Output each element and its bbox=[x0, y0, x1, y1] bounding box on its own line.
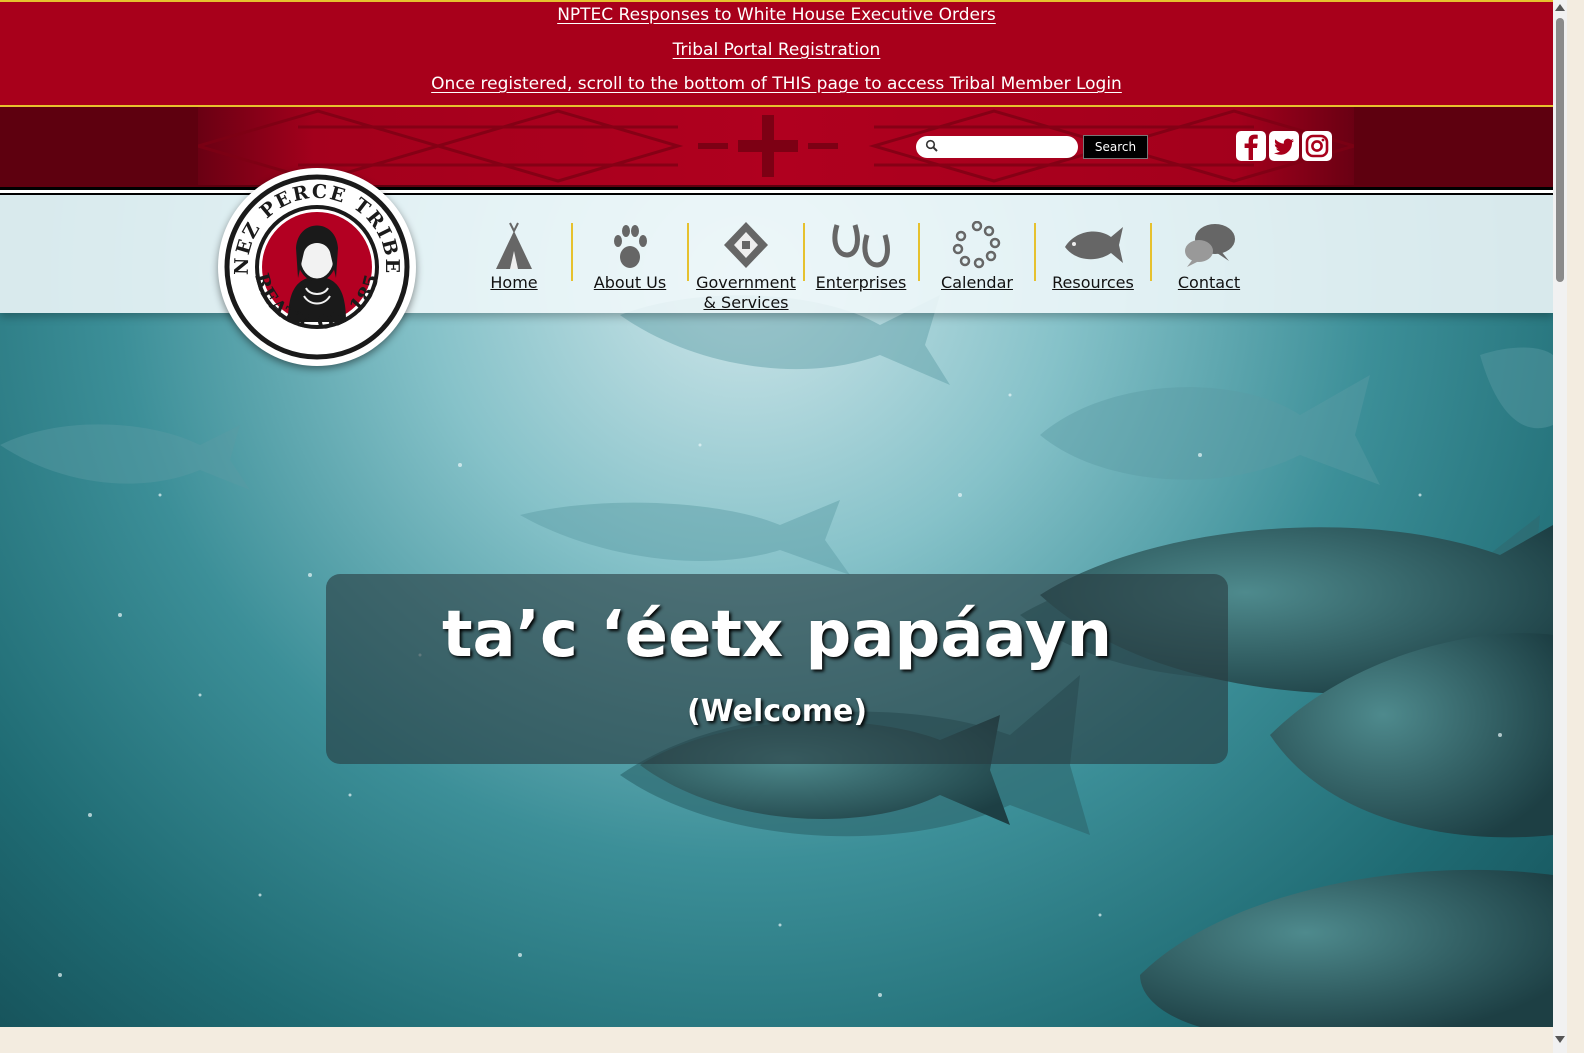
page-scrollbar[interactable] bbox=[1553, 0, 1567, 1053]
executive-orders-link[interactable]: NPTEC Responses to White House Executive… bbox=[0, 5, 1553, 25]
nav-item-label: Enterprises bbox=[815, 273, 907, 292]
tribal-portal-registration-link[interactable]: Tribal Portal Registration bbox=[0, 40, 1553, 60]
search-button[interactable]: Search bbox=[1083, 135, 1148, 159]
nav-item-home[interactable]: Home bbox=[456, 221, 572, 313]
nav-item-calendar[interactable]: Calendar bbox=[919, 221, 1035, 313]
welcome-overlay: ta’c ‘éetx papáayn (Welcome) bbox=[326, 574, 1228, 764]
nav-item-about-us[interactable]: About Us bbox=[572, 221, 688, 313]
nav-item-label: Resources bbox=[1052, 273, 1134, 292]
salmon-icon bbox=[1065, 227, 1123, 263]
instagram-icon[interactable] bbox=[1302, 131, 1332, 161]
search-icon bbox=[925, 139, 938, 152]
announcement-bar: NPTEC Responses to White House Executive… bbox=[0, 0, 1553, 107]
nez-perce-tribe-seal-logo[interactable]: NEZ PERCE TRIBE TREATY OF 1855 bbox=[218, 168, 416, 366]
scroll-down-icon[interactable] bbox=[1555, 1036, 1565, 1043]
nav-item-label: Calendar bbox=[941, 273, 1013, 292]
speech-bubbles-icon bbox=[1185, 224, 1235, 267]
welcome-title: ta’c ‘éetx papáayn bbox=[441, 598, 1113, 672]
tipi-icon bbox=[496, 222, 532, 269]
nav-item-enterprises[interactable]: Enterprises bbox=[803, 221, 919, 313]
nav-item-label: About Us bbox=[593, 273, 667, 292]
scroll-up-icon[interactable] bbox=[1555, 4, 1565, 11]
nav-item-resources[interactable]: Resources bbox=[1035, 221, 1151, 313]
nav-item-contact[interactable]: Contact bbox=[1151, 221, 1267, 313]
emblem-icon bbox=[724, 222, 768, 268]
nav-item-label: Government bbox=[696, 273, 796, 292]
scroll-thumb[interactable] bbox=[1556, 18, 1564, 282]
login-notice: Once registered, scroll to the bottom of… bbox=[431, 74, 1122, 94]
horseshoe-icon bbox=[832, 224, 890, 268]
nav-item-label-line2: & Services bbox=[703, 293, 789, 312]
twitter-icon[interactable] bbox=[1269, 131, 1299, 161]
nav-item-label: Home bbox=[490, 273, 538, 292]
dot-circle-icon bbox=[952, 221, 1001, 269]
welcome-subtitle: (Welcome) bbox=[686, 694, 868, 729]
nav-item-government-services[interactable]: Government & Services bbox=[688, 221, 804, 313]
nav-item-label: Contact bbox=[1177, 273, 1241, 292]
facebook-icon[interactable] bbox=[1236, 131, 1266, 161]
paw-print-icon bbox=[614, 225, 647, 268]
search-input[interactable] bbox=[916, 136, 1078, 158]
